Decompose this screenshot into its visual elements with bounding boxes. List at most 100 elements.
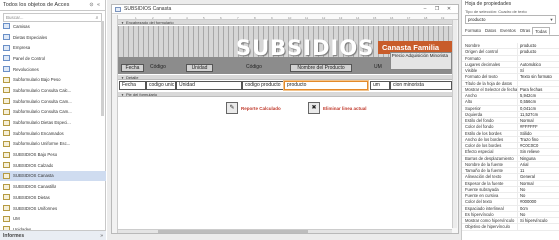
- property-value[interactable]: No: [517, 193, 559, 199]
- search-icon[interactable]: ⌕: [93, 15, 101, 21]
- property-value[interactable]: #C0C0C0: [517, 143, 559, 149]
- nav-item-label: Empresa: [13, 45, 31, 51]
- band-form-footer[interactable]: Pie del formulario: [118, 92, 452, 97]
- minimize-icon[interactable]: –: [419, 6, 431, 12]
- nav-item[interactable]: SUBSIDIOS Canasta: [0, 170, 106, 182]
- nav-item-label: Camisas: [13, 23, 30, 29]
- nav-item[interactable]: Empresa: [0, 42, 106, 53]
- nav-item[interactable]: SUBSIDIOS Dietas: [0, 192, 106, 203]
- nav-item[interactable]: SUBSIDIOS Canastilla: [0, 181, 106, 192]
- property-name: Color del texto: [465, 199, 492, 205]
- property-value[interactable]: Normal: [517, 118, 559, 124]
- form-icon: [3, 151, 10, 158]
- property-value[interactable]: No: [517, 211, 559, 217]
- nav-item[interactable]: SUBSIDIOS Bajo Peso: [0, 149, 106, 160]
- report-button-label: Reporte Calculado: [241, 105, 281, 111]
- nav-item[interactable]: Subformulario Consulta Calc...: [0, 85, 106, 96]
- nav-item-label: SUBSIDIOS Uniformes: [13, 205, 58, 211]
- form-header-section[interactable]: SUBSIDIOS Canasta Familia Fecha Código U…: [118, 26, 452, 74]
- delete-line-button[interactable]: ✖ Eliminar linea actual: [308, 101, 367, 115]
- column-header-precio[interactable]: Precio Adquisición Minorista: [390, 52, 452, 70]
- property-value[interactable]: Trazo fino: [517, 136, 559, 142]
- nav-item[interactable]: Camisas: [0, 21, 106, 32]
- scrollbar-thumb[interactable]: [158, 230, 308, 233]
- nav-item[interactable]: Subformulario Consulta Cam...: [0, 96, 106, 107]
- band-form-header[interactable]: Encabezado del formulario: [118, 20, 452, 25]
- nav-group-informes[interactable]: Informes »: [0, 230, 106, 240]
- property-value[interactable]: Texto sin formato: [517, 74, 559, 80]
- chevron-down-icon[interactable]: »: [100, 233, 103, 239]
- property-tab[interactable]: Eventos: [498, 27, 518, 35]
- form-horizontal-scrollbar[interactable]: [118, 229, 452, 233]
- property-tab[interactable]: Formato: [463, 27, 483, 35]
- column-header-producto[interactable]: Nombre del Producto: [290, 64, 352, 72]
- nav-item[interactable]: SUBSIDIOS Calzado: [0, 160, 106, 171]
- nav-item[interactable]: Dietas Especiales: [0, 32, 106, 43]
- column-header-unidad[interactable]: Unidad: [186, 64, 213, 72]
- nav-item[interactable]: Subformulario Uniforme Esc...: [0, 139, 106, 150]
- chevron-down-icon[interactable]: ▼: [548, 17, 555, 22]
- property-row[interactable]: Objetivo de hipervínculo: [462, 224, 559, 231]
- column-header-codigo[interactable]: Código: [150, 64, 166, 70]
- nav-item[interactable]: Subformulario Dietas Especi...: [0, 117, 106, 128]
- object-selector[interactable]: producto ▼: [465, 15, 556, 24]
- nav-pane-header[interactable]: Todos los objetos de Acces ⊙ «: [0, 0, 105, 11]
- nav-item[interactable]: Subformulario Consulta Cam...: [0, 107, 106, 118]
- nav-item[interactable]: Revoluciones: [0, 64, 106, 75]
- property-value[interactable]: Sí: [517, 68, 559, 74]
- property-value[interactable]: Normal: [517, 180, 559, 186]
- band-detail[interactable]: Detalle: [118, 75, 452, 80]
- property-value[interactable]: Sólido: [517, 130, 559, 136]
- property-value[interactable]: 11: [517, 168, 559, 174]
- column-header-fecha[interactable]: Fecha: [121, 64, 144, 72]
- nav-scrollbar[interactable]: [101, 21, 104, 116]
- nav-item[interactable]: Subformulario Bajo Peso: [0, 74, 106, 85]
- property-value[interactable]: Automático: [517, 61, 559, 67]
- column-header-codigo-producto[interactable]: Código: [246, 64, 262, 70]
- property-value[interactable]: producto: [517, 49, 559, 55]
- field-precio-minorista[interactable]: cion minorista: [390, 81, 452, 90]
- column-header-um[interactable]: UM: [374, 64, 382, 70]
- property-value[interactable]: General: [517, 174, 559, 180]
- nav-item[interactable]: UM: [0, 213, 106, 224]
- property-value[interactable]: Si hipervínculo: [517, 218, 559, 224]
- nav-item[interactable]: Subformulario Encamados: [0, 128, 106, 139]
- property-tab[interactable]: Otras: [518, 27, 533, 35]
- property-value[interactable]: Para fechas: [517, 86, 559, 92]
- nav-item-label: Subformulario Consulta Calc...: [13, 87, 72, 93]
- property-value[interactable]: 0cm: [517, 205, 559, 211]
- property-value[interactable]: 11,527cm: [517, 111, 559, 117]
- form-design-canvas[interactable]: Encabezado del formulario SUBSIDIOS Cana…: [118, 20, 452, 231]
- property-value[interactable]: No: [517, 186, 559, 192]
- chevron-down-icon[interactable]: ⊙: [88, 2, 95, 8]
- property-value[interactable]: #FFFFFF: [517, 124, 559, 130]
- property-value[interactable]: Arial: [517, 161, 559, 167]
- property-value[interactable]: 0,041cm: [517, 105, 559, 111]
- property-value[interactable]: 0,556cm: [517, 99, 559, 105]
- field-codigo-unidad[interactable]: codigo unic: [146, 81, 176, 90]
- property-tab[interactable]: Todas: [532, 27, 550, 35]
- property-value[interactable]: producto: [517, 43, 559, 49]
- restore-icon[interactable]: ❐: [431, 6, 443, 12]
- property-value[interactable]: [517, 80, 559, 86]
- property-value[interactable]: [517, 55, 559, 61]
- header-title-label[interactable]: SUBSIDIOS: [236, 36, 374, 60]
- close-icon[interactable]: ✕: [443, 6, 455, 12]
- form-vertical-scrollbar[interactable]: [452, 20, 457, 228]
- property-value[interactable]: [517, 224, 559, 230]
- field-codigo-producto[interactable]: codigo producto: [242, 81, 284, 90]
- nav-item[interactable]: SUBSIDIOS Uniformes: [0, 203, 106, 214]
- property-value[interactable]: Sin relieve: [517, 149, 559, 155]
- property-value[interactable]: 5,942cm: [517, 93, 559, 99]
- field-producto[interactable]: producto: [284, 81, 368, 90]
- property-value[interactable]: Ninguna: [517, 155, 559, 161]
- property-value[interactable]: #000000: [517, 199, 559, 205]
- nav-item[interactable]: Panel de Control: [0, 53, 106, 64]
- report-calculated-button[interactable]: ✎ Reporte Calculado: [226, 101, 281, 115]
- field-unidad[interactable]: Unidad: [176, 81, 242, 90]
- property-tab[interactable]: Datos: [483, 27, 498, 35]
- nav-search-input[interactable]: Buscar...: [4, 15, 93, 20]
- collapse-icon[interactable]: «: [95, 2, 102, 8]
- field-fecha[interactable]: Fecha: [119, 81, 146, 90]
- field-um[interactable]: um: [370, 81, 390, 90]
